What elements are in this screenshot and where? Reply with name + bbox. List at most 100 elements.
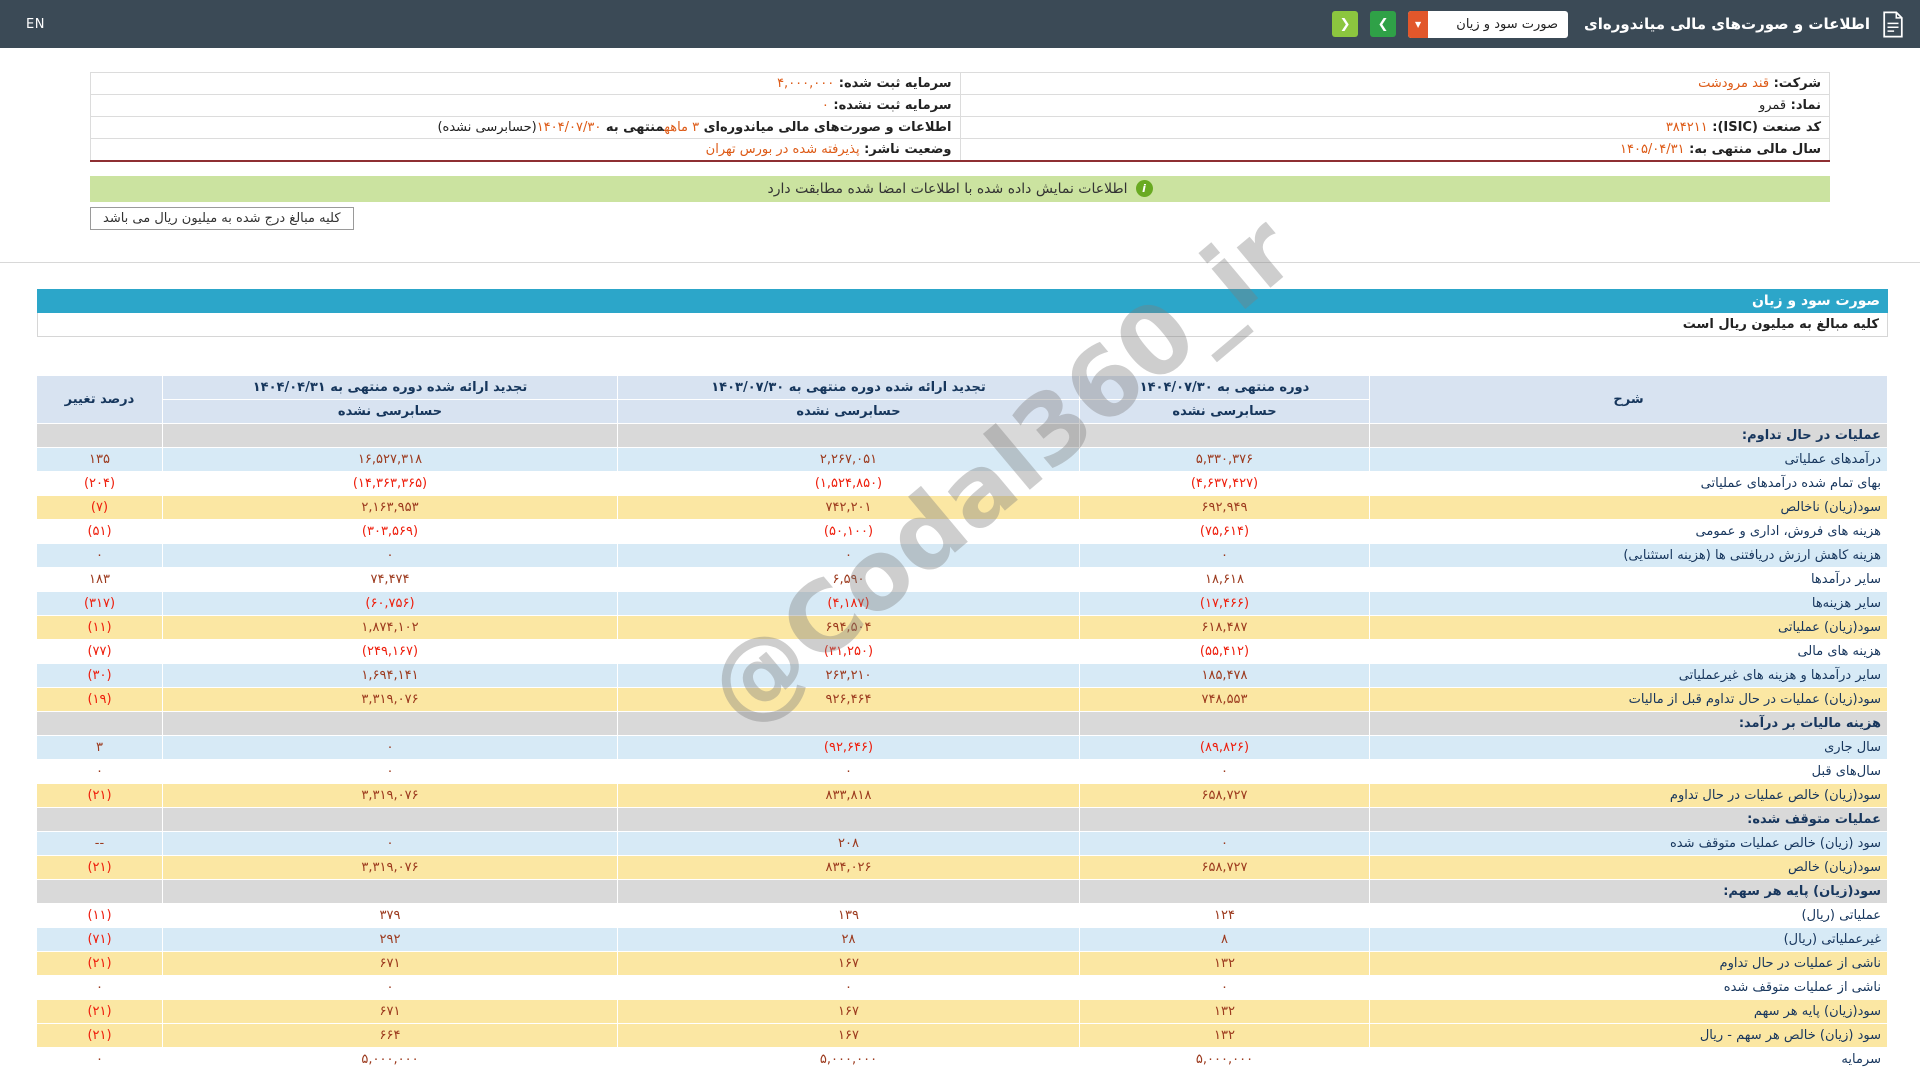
cell-current: (۵۵,۴۱۲) xyxy=(1080,639,1370,663)
statement-section: صورت سود و زیان کلیه مبالغ به میلیون ریا… xyxy=(37,289,1888,1072)
cell-current: ۵,۰۰۰,۰۰۰ xyxy=(1080,1047,1370,1071)
topbar-right-group: اطلاعات و صورت‌های مالی میاندوره‌ای صورت… xyxy=(1332,11,1904,38)
row-label: سود(زیان) عملیات در حال تداوم قبل از مال… xyxy=(1370,687,1888,711)
signature-match-banner: i اطلاعات نمایش داده شده با اطلاعات امضا… xyxy=(90,176,1830,202)
signature-match-text: اطلاعات نمایش داده شده با اطلاعات امضا ش… xyxy=(768,181,1128,197)
cell-change: (۳۰) xyxy=(37,663,163,687)
cell-annual: ۰ xyxy=(163,831,618,855)
company-info-cell-left: اطلاعات و صورت‌های مالی میاندوره‌ای ۳ ما… xyxy=(91,117,961,139)
cell-prior: ۱۶۷ xyxy=(618,999,1080,1023)
row-label: سود(زیان) پایه هر سهم xyxy=(1370,999,1888,1023)
cell-annual: ۳,۳۱۹,۰۷۶ xyxy=(163,687,618,711)
cell-annual: ۰ xyxy=(163,975,618,999)
row-label: سرمایه xyxy=(1370,1047,1888,1071)
info-value: ۳۸۴۲۱۱ xyxy=(1666,120,1708,135)
row-label: هزینه های مالی xyxy=(1370,639,1888,663)
cell-current: ۰ xyxy=(1080,831,1370,855)
company-info-table: شرکت: قند مرودشتسرمایه ثبت شده: ۴,۰۰۰,۰۰… xyxy=(90,72,1830,162)
cell-current: ۰ xyxy=(1080,759,1370,783)
cell-prior xyxy=(618,423,1080,447)
statement-table-wrap: @Codal360_ir شرح دوره منتهی به ۱۴۰۴/۰۷/۳… xyxy=(37,375,1888,1072)
cell-current: (۸۹,۸۲۶) xyxy=(1080,735,1370,759)
cell-change: (۵۱) xyxy=(37,519,163,543)
cell-annual xyxy=(163,423,618,447)
info-value: ۱۴۰۴/۰۷/۳۰ xyxy=(537,120,602,135)
statement-type-dropdown[interactable]: صورت سود و زیان ▼ xyxy=(1408,11,1568,38)
cell-current: ۶۹۲,۹۴۹ xyxy=(1080,495,1370,519)
cell-prior: (۴,۱۸۷) xyxy=(618,591,1080,615)
cell-change: (۲۰۴) xyxy=(37,471,163,495)
cell-current: ۶۵۸,۷۲۷ xyxy=(1080,855,1370,879)
data-row: سال‌های قبل۰۰۰۰ xyxy=(37,759,1888,783)
dropdown-selected-value: صورت سود و زیان xyxy=(1436,17,1558,32)
info-label: کد صنعت (ISIC): xyxy=(1708,120,1821,135)
cell-current xyxy=(1080,711,1370,735)
row-label: غیرعملیاتی (ریال) xyxy=(1370,927,1888,951)
row-label: هزینه های فروش، اداری و عمومی xyxy=(1370,519,1888,543)
info-value: ۴,۰۰۰,۰۰۰ xyxy=(777,76,834,91)
cell-annual xyxy=(163,807,618,831)
info-value: (حسابرسی نشده) xyxy=(437,120,536,135)
page-title: اطلاعات و صورت‌های مالی میاندوره‌ای xyxy=(1584,15,1870,33)
statement-table: شرح دوره منتهی به ۱۴۰۴/۰۷/۳۰ تجدید ارائه… xyxy=(36,375,1888,1072)
data-row: ناشی از عملیات متوقف شده۰۰۰۰ xyxy=(37,975,1888,999)
data-row: سایر هزینه‌ها(۱۷,۴۶۶)(۴,۱۸۷)(۶۰,۷۵۶)(۳۱۷… xyxy=(37,591,1888,615)
statement-table-body: عملیات در حال تداوم:درآمدهای عملیاتی۵,۳۳… xyxy=(37,423,1888,1071)
company-info-cell-left: وضعیت ناشر: پذیرفته شده در بورس تهران xyxy=(91,139,961,161)
cell-annual: ۱,۸۷۴,۱۰۲ xyxy=(163,615,618,639)
row-label: عملیات متوقف شده: xyxy=(1370,807,1888,831)
row-label: درآمدهای عملیاتی xyxy=(1370,447,1888,471)
row-label: سود(زیان) خالص عملیات در حال تداوم xyxy=(1370,783,1888,807)
row-label: عملیاتی (ریال) xyxy=(1370,903,1888,927)
col-subheader-annual: حسابرسی نشده xyxy=(163,399,618,423)
prev-statement-button[interactable]: ❮ xyxy=(1332,11,1358,37)
col-header-annual: تجدید ارائه شده دوره منتهی به ۱۴۰۴/۰۴/۳۱ xyxy=(163,375,618,399)
cell-annual: ۶۷۱ xyxy=(163,999,618,1023)
cell-change: (۲۱) xyxy=(37,951,163,975)
col-header-current: دوره منتهی به ۱۴۰۴/۰۷/۳۰ xyxy=(1080,375,1370,399)
cell-annual: ۳,۳۱۹,۰۷۶ xyxy=(163,783,618,807)
currency-note-wrap: کلیه مبالغ درج شده به میلیون ریال می باش… xyxy=(90,207,1830,230)
cell-current: ۱۳۲ xyxy=(1080,999,1370,1023)
cell-annual: ۰ xyxy=(163,543,618,567)
info-value: ۳ ماهه xyxy=(664,120,699,135)
currency-note: کلیه مبالغ درج شده به میلیون ریال می باش… xyxy=(90,207,354,230)
cell-prior: ۹۲۶,۴۶۴ xyxy=(618,687,1080,711)
cell-change: (۲۱) xyxy=(37,855,163,879)
cell-change: ۱۸۳ xyxy=(37,567,163,591)
row-label: سال جاری xyxy=(1370,735,1888,759)
cell-annual: ۱,۶۹۴,۱۴۱ xyxy=(163,663,618,687)
info-value: پذیرفته شده در بورس تهران xyxy=(706,142,860,157)
row-label: ناشی از عملیات در حال تداوم xyxy=(1370,951,1888,975)
col-header-change: درصد تغییر xyxy=(37,375,163,423)
data-row: درآمدهای عملیاتی۵,۳۳۰,۳۷۶۲,۲۶۷,۰۵۱۱۶,۵۲۷… xyxy=(37,447,1888,471)
row-label: عملیات در حال تداوم: xyxy=(1370,423,1888,447)
info-value: قمرو xyxy=(1759,98,1786,113)
cell-change: ۰ xyxy=(37,543,163,567)
next-statement-button[interactable]: ❯ xyxy=(1370,11,1396,37)
company-info-row: نماد: قمروسرمایه ثبت نشده: ۰ xyxy=(91,95,1830,117)
info-icon: i xyxy=(1136,180,1153,197)
data-row: ناشی از عملیات در حال تداوم۱۳۲۱۶۷۶۷۱(۲۱) xyxy=(37,951,1888,975)
cell-current xyxy=(1080,879,1370,903)
cell-prior: ۱۶۷ xyxy=(618,1023,1080,1047)
company-info-cell-right: نماد: قمرو xyxy=(960,95,1830,117)
info-label: نماد: xyxy=(1786,98,1821,113)
cell-change: ۰ xyxy=(37,975,163,999)
cell-prior xyxy=(618,711,1080,735)
row-label: سود (زیان) خالص عملیات متوقف شده xyxy=(1370,831,1888,855)
cell-annual: ۲۹۲ xyxy=(163,927,618,951)
cell-change: (۷۱) xyxy=(37,927,163,951)
cell-prior: ۶,۵۹۰ xyxy=(618,567,1080,591)
row-label: سایر هزینه‌ها xyxy=(1370,591,1888,615)
info-label: اطلاعات و صورت‌های مالی میاندوره‌ای xyxy=(699,120,951,135)
cell-annual: ۳۷۹ xyxy=(163,903,618,927)
language-toggle-en[interactable]: EN xyxy=(26,17,45,32)
data-row: سود (زیان) خالص هر سهم - ریال۱۳۲۱۶۷۶۶۴(۲… xyxy=(37,1023,1888,1047)
cell-prior: ۵,۰۰۰,۰۰۰ xyxy=(618,1047,1080,1071)
cell-change: ۰ xyxy=(37,1047,163,1071)
cell-change: (۷) xyxy=(37,495,163,519)
cell-annual: (۱۴,۳۶۳,۳۶۵) xyxy=(163,471,618,495)
section-row: سود(زیان) پایه هر سهم: xyxy=(37,879,1888,903)
cell-current: ۱۳۲ xyxy=(1080,951,1370,975)
